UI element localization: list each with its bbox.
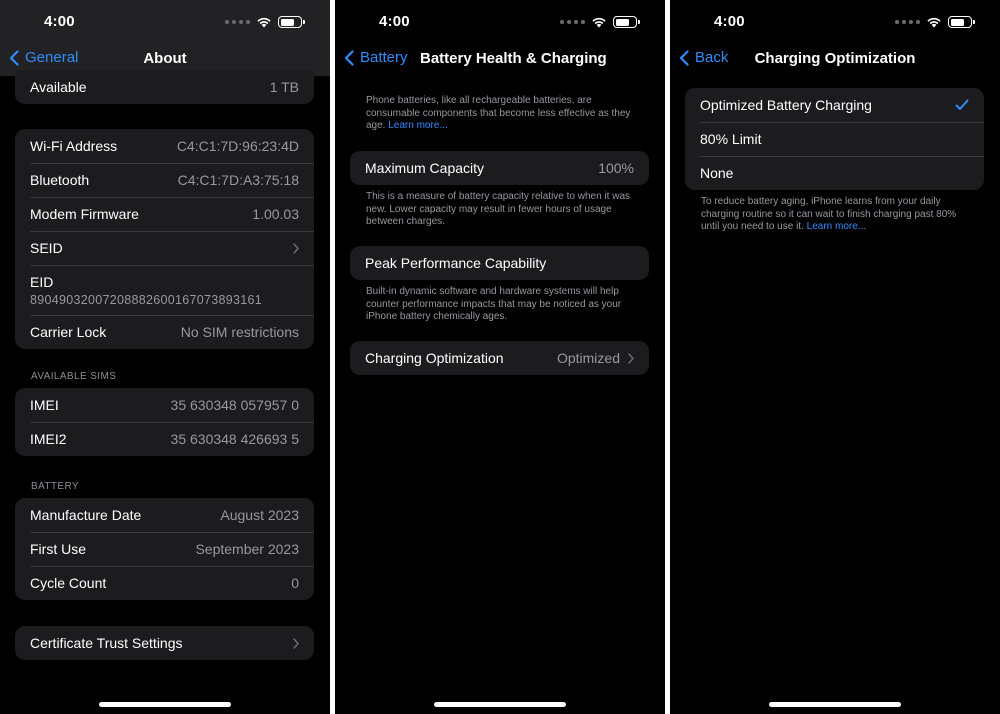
- capacity-description: This is a measure of battery capacity re…: [366, 191, 631, 227]
- wifi-icon: [592, 17, 606, 28]
- row-imei2: IMEI2 35 630348 426693 5: [15, 422, 314, 456]
- eid-value: 89049032007208882600167073893161: [30, 292, 263, 307]
- peak-group: Peak Performance Capability: [350, 246, 649, 280]
- battery-icon: [613, 16, 640, 28]
- option-none[interactable]: None: [685, 156, 984, 190]
- row-seid[interactable]: SEID: [15, 231, 314, 265]
- row-charging-optimization[interactable]: Charging Optimization Optimized: [350, 341, 649, 375]
- chevron-right-icon: [293, 637, 299, 649]
- row-maximum-capacity: Maximum Capacity 100%: [365, 160, 634, 176]
- row-wifi-address: Wi-Fi Address C4:C1:7D:96:23:4D: [30, 138, 299, 154]
- page-title: Charging Optimization: [754, 50, 916, 67]
- charging-optimization-screen: 4:00 Back Charging Optimization Optimize…: [670, 0, 1000, 714]
- learn-more-link[interactable]: Learn more...: [807, 221, 866, 232]
- network-group: Wi-Fi Address C4:C1:7D:96:23:4D Bluetoot…: [15, 129, 314, 349]
- battery-icon: [278, 16, 305, 28]
- battery-group: Manufacture Date August 2023 First Use S…: [15, 498, 314, 600]
- row-modem-firmware: Modem Firmware 1.00.03: [15, 197, 314, 231]
- row-peak-performance: Peak Performance Capability: [365, 255, 547, 271]
- wifi-icon: [257, 17, 271, 28]
- option-80-percent-limit[interactable]: 80% Limit: [685, 122, 984, 156]
- certificate-group: Certificate Trust Settings: [15, 626, 314, 660]
- chevron-right-icon: [293, 242, 299, 254]
- home-indicator[interactable]: [434, 702, 566, 707]
- home-indicator[interactable]: [769, 702, 901, 707]
- battery-health-screen: 4:00 Battery Battery Health & Charging P…: [335, 0, 665, 714]
- charging-options-group: Optimized Battery Charging 80% Limit Non…: [685, 88, 984, 190]
- wifi-icon: [927, 17, 941, 28]
- section-header-battery: BATTERY: [31, 481, 79, 492]
- learn-more-link[interactable]: Learn more...: [388, 120, 447, 131]
- row-manufacture-date: Manufacture Date August 2023: [30, 507, 299, 523]
- cellular-signal-icon: [225, 20, 250, 24]
- optimization-description: To reduce battery aging, iPhone learns f…: [701, 196, 957, 232]
- row-cycle-count: Cycle Count 0: [15, 566, 314, 600]
- row-imei: IMEI 35 630348 057957 0: [30, 397, 299, 413]
- chevron-left-icon: [344, 49, 354, 66]
- sims-group: IMEI 35 630348 057957 0 IMEI2 35 630348 …: [15, 388, 314, 456]
- nav-bar: Back Charging Optimization: [670, 44, 1000, 74]
- status-time: 4:00: [44, 13, 75, 30]
- cellular-signal-icon: [560, 20, 585, 24]
- row-bluetooth: Bluetooth C4:C1:7D:A3:75:18: [15, 163, 314, 197]
- row-eid: EID 89049032007208882600167073893161: [15, 265, 314, 315]
- status-bar: 4:00: [0, 0, 330, 44]
- battery-intro-text: Phone batteries, like all rechargeable b…: [366, 95, 631, 131]
- nav-bar: Battery Battery Health & Charging: [335, 44, 665, 74]
- cellular-signal-icon: [895, 20, 920, 24]
- status-bar: 4:00: [670, 0, 1000, 44]
- charging-group: Charging Optimization Optimized: [350, 341, 649, 375]
- option-optimized-battery-charging[interactable]: Optimized Battery Charging: [685, 88, 984, 122]
- status-time: 4:00: [379, 13, 410, 30]
- battery-icon: [948, 16, 975, 28]
- row-available: Available 1 TB: [30, 79, 299, 95]
- row-first-use: First Use September 2023: [15, 532, 314, 566]
- chevron-right-icon: [628, 352, 634, 364]
- status-bar: 4:00: [335, 0, 665, 44]
- page-title: Battery Health & Charging: [420, 50, 607, 67]
- page-title: About: [143, 50, 187, 67]
- storage-group: Available 1 TB: [15, 70, 314, 104]
- peak-description: Built-in dynamic software and hardware s…: [366, 286, 622, 322]
- back-label: Battery: [360, 49, 408, 66]
- status-time: 4:00: [714, 13, 745, 30]
- back-button[interactable]: Battery: [344, 49, 408, 66]
- checkmark-icon: [955, 99, 969, 110]
- row-carrier-lock: Carrier Lock No SIM restrictions: [15, 315, 314, 349]
- home-indicator[interactable]: [99, 702, 231, 707]
- section-header-sims: AVAILABLE SIMS: [31, 371, 117, 382]
- row-certificate-trust-settings[interactable]: Certificate Trust Settings: [15, 626, 314, 660]
- capacity-group: Maximum Capacity 100%: [350, 151, 649, 185]
- about-screen: 4:00 General About Available 1 TB Wi-Fi …: [0, 0, 330, 714]
